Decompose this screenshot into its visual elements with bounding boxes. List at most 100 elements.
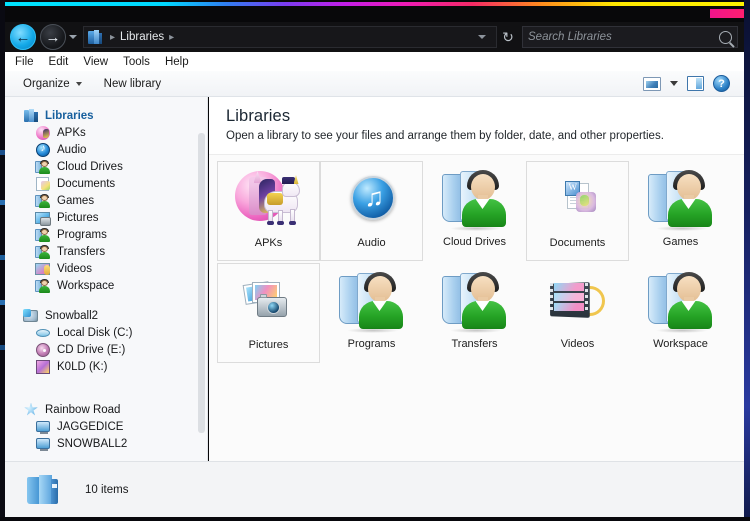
library-tile-pictures[interactable]: Pictures xyxy=(217,263,320,363)
sidebar-item-kold-k[interactable]: K0LD (K:) xyxy=(5,358,207,375)
menu-bar: File Edit View Tools Help xyxy=(5,52,744,71)
sidebar-label: Pictures xyxy=(57,211,99,224)
address-dropdown-icon[interactable] xyxy=(472,35,492,39)
library-tile-transfers[interactable]: Transfers xyxy=(423,263,526,363)
videos-library-icon xyxy=(35,261,51,277)
menu-item-edit[interactable]: Edit xyxy=(49,56,69,68)
tile-label: Transfers xyxy=(451,338,498,350)
sidebar-item-network[interactable]: Rainbow Road xyxy=(5,401,207,418)
sidebar-item-programs[interactable]: Programs xyxy=(5,226,207,243)
sidebar-item-apks[interactable]: APKs xyxy=(5,124,207,141)
sidebar-item-games[interactable]: Games xyxy=(5,192,207,209)
chevron-down-icon xyxy=(75,81,82,86)
forward-button[interactable]: → xyxy=(40,24,66,50)
item-count-label: 10 items xyxy=(85,483,129,496)
breadcrumb-bar[interactable]: ▸ Libraries ▸ xyxy=(83,26,497,48)
refresh-icon: ↻ xyxy=(502,28,514,45)
library-tile-videos[interactable]: Videos xyxy=(526,263,629,363)
menu-item-file[interactable]: File xyxy=(15,56,34,68)
tile-label: Workspace xyxy=(653,338,708,350)
library-tile-workspace[interactable]: Workspace xyxy=(629,263,732,363)
sidebar-item-snowball2[interactable]: SNOWBALL2 xyxy=(5,435,207,452)
library-person-icon xyxy=(35,244,51,260)
breadcrumb-separator[interactable]: ▸ xyxy=(105,32,120,43)
sidebar-item-computer[interactable]: Snowball2 xyxy=(5,307,207,324)
tile-label: Audio xyxy=(357,237,386,249)
nav-scrollbar-thumb[interactable] xyxy=(198,133,205,433)
navigation-pane[interactable]: Libraries APKs Audio Cloud Drives Docume… xyxy=(5,97,208,461)
videos-library-tile xyxy=(543,270,613,334)
library-tile-cloud-drives[interactable]: Cloud Drives xyxy=(423,161,526,261)
tile-label: Games xyxy=(662,236,699,248)
items-view[interactable]: APKs ♫ Audio Cloud Drives W Documents Ga… xyxy=(209,154,744,461)
libraries-icon xyxy=(23,108,39,124)
sidebar-item-audio[interactable]: Audio xyxy=(5,141,207,158)
new-library-label: New library xyxy=(103,77,162,90)
organize-button[interactable]: Organize xyxy=(23,78,82,90)
sidebar-item-videos[interactable]: Videos xyxy=(5,260,207,277)
breadcrumb-libraries[interactable]: Libraries xyxy=(120,31,164,43)
sidebar-item-pictures[interactable]: Pictures xyxy=(5,209,207,226)
sidebar-label: Workspace xyxy=(57,279,115,292)
pictures-library-tile xyxy=(234,271,304,335)
library-tile-documents[interactable]: Documents xyxy=(526,161,629,261)
new-library-button[interactable]: New library xyxy=(104,78,162,90)
preview-pane-icon[interactable] xyxy=(687,76,704,91)
sidebar-item-cd-drive-e[interactable]: CD Drive (E:) xyxy=(5,341,207,358)
sidebar-item-jaggedice[interactable]: JAGGEDICE xyxy=(5,418,207,435)
sidebar-item-transfers[interactable]: Transfers xyxy=(5,243,207,260)
sidebar-label: Games xyxy=(57,194,95,207)
sidebar-item-local-disk-c[interactable]: Local Disk (C:) xyxy=(5,324,207,341)
sidebar-item-cloud-drives[interactable]: Cloud Drives xyxy=(5,158,207,175)
organize-label: Organize xyxy=(23,77,70,90)
tile-label: Videos xyxy=(560,338,595,350)
chevron-down-icon[interactable] xyxy=(670,81,678,86)
back-button[interactable]: ← xyxy=(10,24,36,50)
breadcrumb-separator-end[interactable]: ▸ xyxy=(164,32,179,43)
page-title: Libraries xyxy=(226,107,291,125)
refresh-button[interactable]: ↻ xyxy=(497,26,519,48)
sidebar-item-documents[interactable]: Documents xyxy=(5,175,207,192)
tile-label: Cloud Drives xyxy=(443,236,506,248)
sidebar-label: Programs xyxy=(57,228,107,241)
rainbow-accent-stripe xyxy=(0,2,750,6)
nav-group-gap xyxy=(5,375,207,388)
address-bar: ← → ▸ Libraries ▸ ↻ xyxy=(5,22,744,52)
libraries-icon xyxy=(88,29,102,45)
sidebar-label: CD Drive (E:) xyxy=(57,343,126,356)
sidebar-label: SNOWBALL2 xyxy=(57,437,128,450)
library-person-icon xyxy=(35,278,51,294)
search-box[interactable] xyxy=(522,26,738,48)
search-input[interactable] xyxy=(528,31,719,43)
library-person-tile xyxy=(440,270,510,334)
sidebar-item-libraries[interactable]: Libraries xyxy=(5,107,207,124)
library-person-tile xyxy=(337,270,407,334)
library-tile-programs[interactable]: Programs xyxy=(320,263,423,363)
library-person-icon xyxy=(35,193,51,209)
network-computer-icon xyxy=(35,419,51,435)
status-bar: 10 items xyxy=(5,461,744,517)
library-tile-apks[interactable]: APKs xyxy=(217,161,320,261)
library-tile-audio[interactable]: ♫ Audio xyxy=(320,161,423,261)
sidebar-label: Libraries xyxy=(45,109,94,122)
apks-library-icon xyxy=(35,125,51,141)
caption-button-nub[interactable] xyxy=(710,9,746,18)
content-pane[interactable]: Libraries Open a library to see your fil… xyxy=(209,97,744,461)
recent-pages-button[interactable] xyxy=(66,24,80,50)
items-grid: APKs ♫ Audio Cloud Drives W Documents Ga… xyxy=(217,161,744,365)
library-tile-games[interactable]: Games xyxy=(629,161,732,261)
forward-arrow-icon: → xyxy=(45,28,61,46)
computer-icon xyxy=(23,308,39,324)
menu-item-view[interactable]: View xyxy=(83,56,108,68)
change-view-icon[interactable] xyxy=(643,76,661,91)
command-bar-right-group: ? xyxy=(643,75,744,92)
tile-label: APKs xyxy=(254,237,283,249)
sidebar-item-workspace[interactable]: Workspace xyxy=(5,277,207,294)
library-person-tile xyxy=(646,168,716,232)
apks-library-tile xyxy=(234,169,304,233)
menu-item-help[interactable]: Help xyxy=(165,56,189,68)
pictures-library-icon xyxy=(35,210,51,226)
menu-item-tools[interactable]: Tools xyxy=(123,56,150,68)
help-icon[interactable]: ? xyxy=(713,75,730,92)
library-person-tile xyxy=(646,270,716,334)
